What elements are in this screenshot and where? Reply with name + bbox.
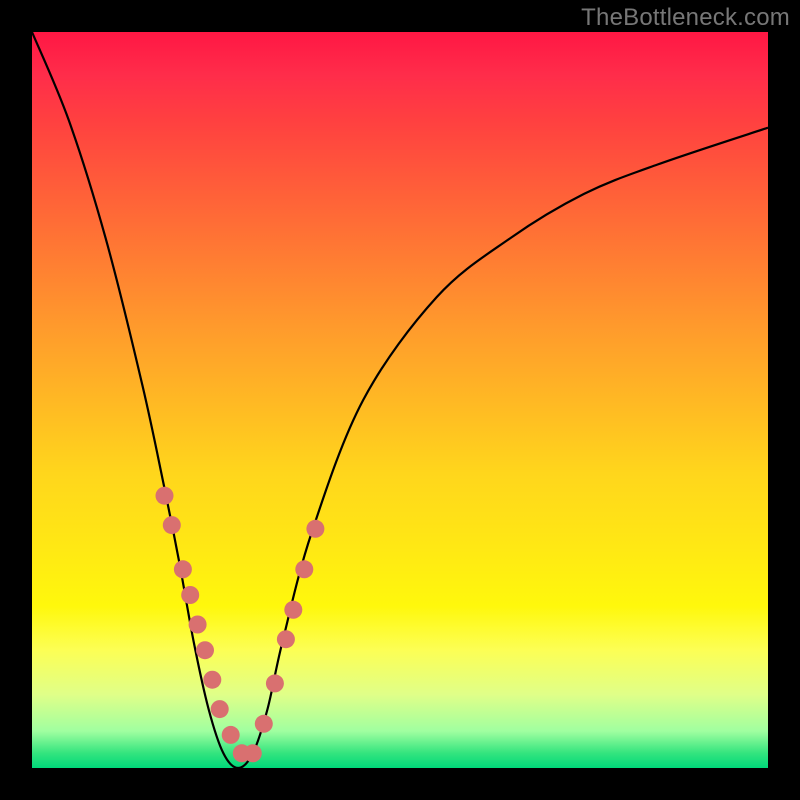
watermark-label: TheBottleneck.com	[581, 4, 790, 32]
marker-dot	[163, 516, 181, 534]
bottleneck-curve-path	[32, 32, 768, 768]
marker-dot	[174, 560, 192, 578]
marker-dot	[284, 601, 302, 619]
plot-area	[32, 32, 768, 768]
marker-dot	[255, 715, 273, 733]
marker-dot	[306, 520, 324, 538]
marker-dot	[277, 630, 295, 648]
marker-dots-group	[156, 487, 325, 763]
marker-dot	[266, 674, 284, 692]
marker-dot	[196, 641, 214, 659]
curve-svg	[32, 32, 768, 768]
marker-dot	[189, 616, 207, 634]
marker-dot	[211, 700, 229, 718]
marker-dot	[181, 586, 199, 604]
marker-dot	[295, 560, 313, 578]
chart-frame: TheBottleneck.com	[0, 0, 800, 800]
marker-dot	[222, 726, 240, 744]
marker-dot	[156, 487, 174, 505]
marker-dot	[244, 744, 262, 762]
marker-dot	[203, 671, 221, 689]
